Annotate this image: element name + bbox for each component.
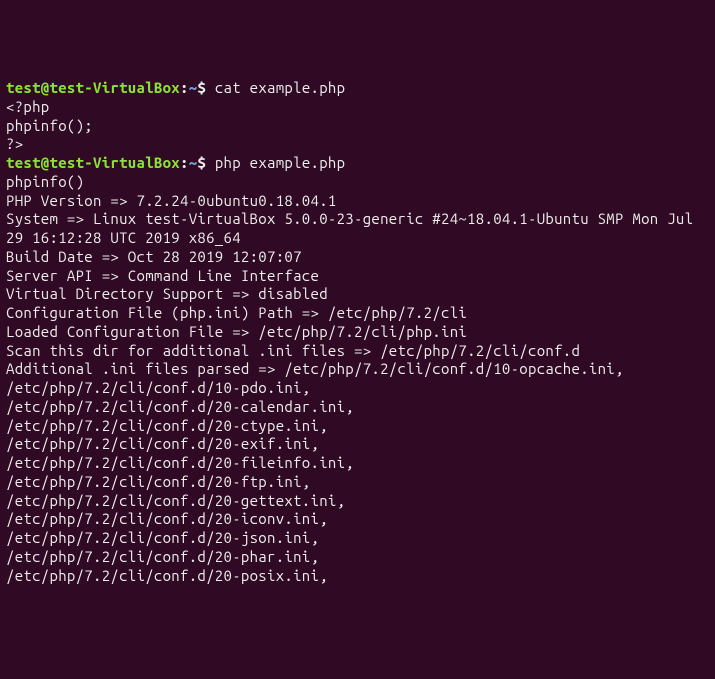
- output-line: /etc/php/7.2/cli/conf.d/20-gettext.ini,: [6, 492, 709, 511]
- output-line: Additional .ini files parsed => /etc/php…: [6, 360, 709, 379]
- output-line: /etc/php/7.2/cli/conf.d/20-phar.ini,: [6, 548, 709, 567]
- command-text: cat example.php: [215, 79, 346, 96]
- terminal-window[interactable]: test@test-VirtualBox:~$ cat example.php<…: [6, 79, 709, 585]
- prompt-dollar: $: [197, 79, 206, 96]
- prompt-user: test@test-VirtualBox: [6, 154, 180, 171]
- output-line: /etc/php/7.2/cli/conf.d/20-posix.ini,: [6, 567, 709, 586]
- prompt-colon: :: [180, 154, 189, 171]
- output-line: Scan this dir for additional .ini files …: [6, 342, 709, 361]
- output-line: <?php: [6, 98, 709, 117]
- output-line: Configuration File (php.ini) Path => /et…: [6, 304, 709, 323]
- output-line: /etc/php/7.2/cli/conf.d/20-json.ini,: [6, 529, 709, 548]
- prompt-user: test@test-VirtualBox: [6, 79, 180, 96]
- prompt-line: test@test-VirtualBox:~$ cat example.php: [6, 79, 709, 98]
- prompt-dollar: $: [197, 154, 206, 171]
- output-line: /etc/php/7.2/cli/conf.d/20-iconv.ini,: [6, 510, 709, 529]
- output-line: Server API => Command Line Interface: [6, 267, 709, 286]
- output-line: Build Date => Oct 28 2019 12:07:07: [6, 248, 709, 267]
- output-line: /etc/php/7.2/cli/conf.d/20-fileinfo.ini,: [6, 454, 709, 473]
- output-line: ?>: [6, 135, 709, 154]
- output-line: /etc/php/7.2/cli/conf.d/20-exif.ini,: [6, 435, 709, 454]
- output-line: Loaded Configuration File => /etc/php/7.…: [6, 323, 709, 342]
- output-line: System => Linux test-VirtualBox 5.0.0-23…: [6, 210, 709, 248]
- command-text: php example.php: [215, 154, 346, 171]
- prompt-line: test@test-VirtualBox:~$ php example.php: [6, 154, 709, 173]
- output-line: Virtual Directory Support => disabled: [6, 285, 709, 304]
- output-line: phpinfo();: [6, 117, 709, 136]
- output-line: /etc/php/7.2/cli/conf.d/10-pdo.ini,: [6, 379, 709, 398]
- output-line: /etc/php/7.2/cli/conf.d/20-ftp.ini,: [6, 473, 709, 492]
- output-line: phpinfo(): [6, 173, 709, 192]
- output-line: /etc/php/7.2/cli/conf.d/20-ctype.ini,: [6, 417, 709, 436]
- output-line: /etc/php/7.2/cli/conf.d/20-calendar.ini,: [6, 398, 709, 417]
- output-line: PHP Version => 7.2.24-0ubuntu0.18.04.1: [6, 192, 709, 211]
- prompt-colon: :: [180, 79, 189, 96]
